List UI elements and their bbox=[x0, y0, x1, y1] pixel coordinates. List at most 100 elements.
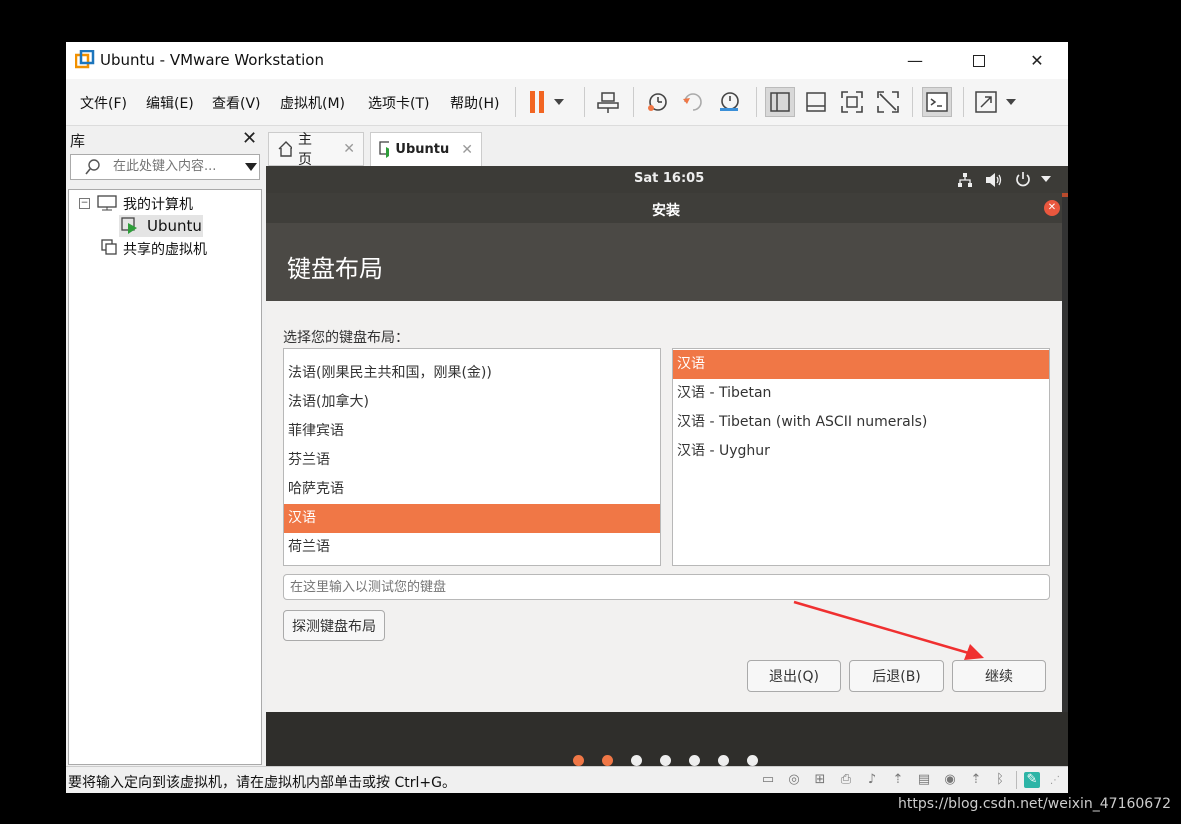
close-button[interactable]: ✕ bbox=[1008, 42, 1066, 79]
list-item[interactable]: 荷兰语 bbox=[284, 533, 660, 562]
pause-icon bbox=[530, 91, 564, 113]
variant-list[interactable]: 汉语 汉语 - Tibetan 汉语 - Tibetan (with ASCII… bbox=[672, 348, 1050, 566]
collapse-toggle-icon[interactable]: − bbox=[79, 198, 90, 209]
snapshot-manager-button[interactable] bbox=[714, 87, 744, 117]
tree-item-ubuntu[interactable]: Ubuntu bbox=[147, 217, 202, 235]
unity-button[interactable] bbox=[873, 87, 903, 117]
pause-button[interactable] bbox=[525, 87, 567, 117]
library-search-input[interactable] bbox=[111, 158, 235, 175]
network-adapter-icon[interactable]: ⊞ bbox=[812, 772, 828, 788]
menu-arrow-icon[interactable] bbox=[1041, 176, 1051, 182]
variant-item[interactable]: 汉语 - Uyghur bbox=[673, 437, 1049, 466]
menu-view[interactable]: 查看(V) bbox=[212, 93, 261, 113]
tree-item-my-computer[interactable]: 我的计算机 bbox=[123, 194, 193, 214]
toolbar-separator bbox=[584, 87, 585, 117]
title-bar: Ubuntu - VMware Workstation — ✕ bbox=[66, 42, 1068, 79]
toolbar-separator bbox=[912, 87, 913, 117]
menu-help[interactable]: 帮助(H) bbox=[450, 93, 499, 113]
clock: Sat 16:05 bbox=[634, 171, 705, 186]
layout-list[interactable]: 法语(刚果民主共和国，刚果(金)) 法语(加拿大) 菲律宾语 芬兰语 哈萨克语 … bbox=[283, 348, 661, 566]
message-icon[interactable]: ✎ bbox=[1024, 772, 1040, 788]
progress-dot bbox=[689, 755, 700, 766]
tab-home-label: 主页 bbox=[297, 132, 312, 168]
list-item-selected[interactable]: 汉语 bbox=[284, 504, 660, 533]
status-separator bbox=[1016, 771, 1017, 789]
tree-item-shared-vms[interactable]: 共享的虚拟机 bbox=[123, 239, 207, 259]
send-ctrl-alt-del-button[interactable] bbox=[593, 87, 623, 117]
show-library-button[interactable] bbox=[765, 87, 795, 117]
snapshot-icon bbox=[648, 93, 667, 111]
home-icon bbox=[278, 141, 292, 157]
dialog-body: 选择您的键盘布局： 法语(刚果民主共和国，刚果(金)) 法语(加拿大) 菲律宾语… bbox=[266, 301, 1062, 712]
sidebar-layout-icon bbox=[770, 92, 790, 112]
detect-layout-button[interactable]: 探测键盘布局 bbox=[283, 610, 385, 641]
list-item[interactable]: 菲律宾语 bbox=[284, 417, 660, 446]
progress-dot bbox=[718, 755, 729, 766]
network-send-icon bbox=[597, 92, 619, 113]
bluetooth-icon[interactable]: ᛒ bbox=[992, 772, 1008, 788]
volume-icon[interactable] bbox=[985, 172, 1003, 188]
dialog-header: 键盘布局 bbox=[266, 223, 1062, 301]
tab-ubuntu[interactable]: Ubuntu ✕ bbox=[370, 132, 482, 166]
hard-disk-icon[interactable]: ▭ bbox=[760, 772, 776, 788]
variant-item-selected[interactable]: 汉语 bbox=[673, 350, 1049, 379]
snapshot-button[interactable] bbox=[642, 87, 672, 117]
progress-dot bbox=[660, 755, 671, 766]
toolbar-separator bbox=[963, 87, 964, 117]
cd-dvd-icon[interactable]: ◎ bbox=[786, 772, 802, 788]
vmware-window: Ubuntu - VMware Workstation — ✕ 文件(F) 编辑… bbox=[66, 42, 1068, 793]
power-icon[interactable] bbox=[1015, 171, 1031, 187]
revert-icon bbox=[683, 93, 702, 111]
library-panel: 库 ✕ − 我的计算机 Ubuntu 共享的虚拟机 bbox=[66, 126, 264, 766]
bottom-bar-layout-icon bbox=[806, 92, 826, 112]
tab-strip: 主页 ✕ Ubuntu ✕ bbox=[266, 126, 1068, 168]
floppy-icon[interactable]: ▤ bbox=[916, 772, 932, 788]
snapshot-manager-icon bbox=[720, 92, 739, 111]
computer-icon bbox=[97, 195, 117, 211]
list-item[interactable]: 哈萨克语 bbox=[284, 475, 660, 504]
menu-file[interactable]: 文件(F) bbox=[80, 93, 127, 113]
tab-home[interactable]: 主页 ✕ bbox=[268, 132, 364, 168]
library-search[interactable] bbox=[70, 154, 260, 180]
minimize-button[interactable]: — bbox=[886, 42, 944, 79]
search-icon bbox=[85, 159, 100, 175]
usb-device-icon[interactable]: ⇡ bbox=[968, 772, 984, 788]
dropdown-arrow-icon[interactable] bbox=[245, 163, 257, 171]
resize-grip-icon[interactable]: ⋰ bbox=[1050, 775, 1060, 786]
list-item[interactable]: 法语(加拿大) bbox=[284, 388, 660, 417]
camera-icon[interactable]: ◉ bbox=[942, 772, 958, 788]
list-item[interactable]: 芬兰语 bbox=[284, 446, 660, 475]
tab-close-icon[interactable]: ✕ bbox=[343, 141, 355, 157]
menu-tabs[interactable]: 选项卡(T) bbox=[368, 93, 429, 113]
list-item[interactable]: 法语(刚果民主共和国，刚果(金)) bbox=[284, 359, 660, 388]
vm-running-icon bbox=[379, 140, 390, 158]
network-icon[interactable] bbox=[957, 172, 973, 188]
maximize-button[interactable] bbox=[950, 42, 1008, 79]
fullscreen-icon bbox=[841, 91, 863, 113]
full-screen-button[interactable] bbox=[837, 87, 867, 117]
variant-item[interactable]: 汉语 - Tibetan bbox=[673, 379, 1049, 408]
unity-mode-icon bbox=[877, 91, 899, 113]
library-header: 库 bbox=[70, 132, 86, 150]
usb-icon[interactable]: ⇡ bbox=[890, 772, 906, 788]
thumbnail-bar-button[interactable] bbox=[801, 87, 831, 117]
console-view-button[interactable] bbox=[922, 87, 952, 117]
revert-snapshot-button[interactable] bbox=[678, 87, 708, 117]
sound-card-icon[interactable]: ♪ bbox=[864, 772, 880, 788]
printer-icon[interactable]: ⎙ bbox=[838, 772, 854, 788]
vm-console[interactable]: Sat 16:05 安装 ✕ 键盘布局 选择您的键盘布局： 法语(刚果民主共和国… bbox=[266, 166, 1068, 766]
status-bar: 要将输入定向到该虚拟机，请在虚拟机内部单击或按 Ctrl+G。 ▭ ◎ ⊞ ⎙ … bbox=[66, 766, 1068, 793]
menu-edit[interactable]: 编辑(E) bbox=[146, 93, 194, 113]
progress-dot-done bbox=[573, 755, 584, 766]
progress-dot-current bbox=[602, 755, 613, 766]
variant-item[interactable]: 汉语 - Tibetan (with ASCII numerals) bbox=[673, 408, 1049, 437]
library-close-icon[interactable]: ✕ bbox=[242, 128, 257, 149]
dialog-close-icon[interactable]: ✕ bbox=[1044, 200, 1060, 216]
tab-close-icon[interactable]: ✕ bbox=[461, 142, 473, 158]
menu-vm[interactable]: 虚拟机(M) bbox=[280, 93, 345, 113]
menu-toolbar: 文件(F) 编辑(E) 查看(V) 虚拟机(M) 选项卡(T) 帮助(H) bbox=[66, 79, 1068, 126]
library-tree: − 我的计算机 Ubuntu 共享的虚拟机 bbox=[68, 189, 262, 765]
stretch-guest-button[interactable] bbox=[973, 87, 1021, 117]
status-text: 要将输入定向到该虚拟机，请在虚拟机内部单击或按 Ctrl+G。 bbox=[68, 775, 456, 791]
progress-dot bbox=[631, 755, 642, 766]
